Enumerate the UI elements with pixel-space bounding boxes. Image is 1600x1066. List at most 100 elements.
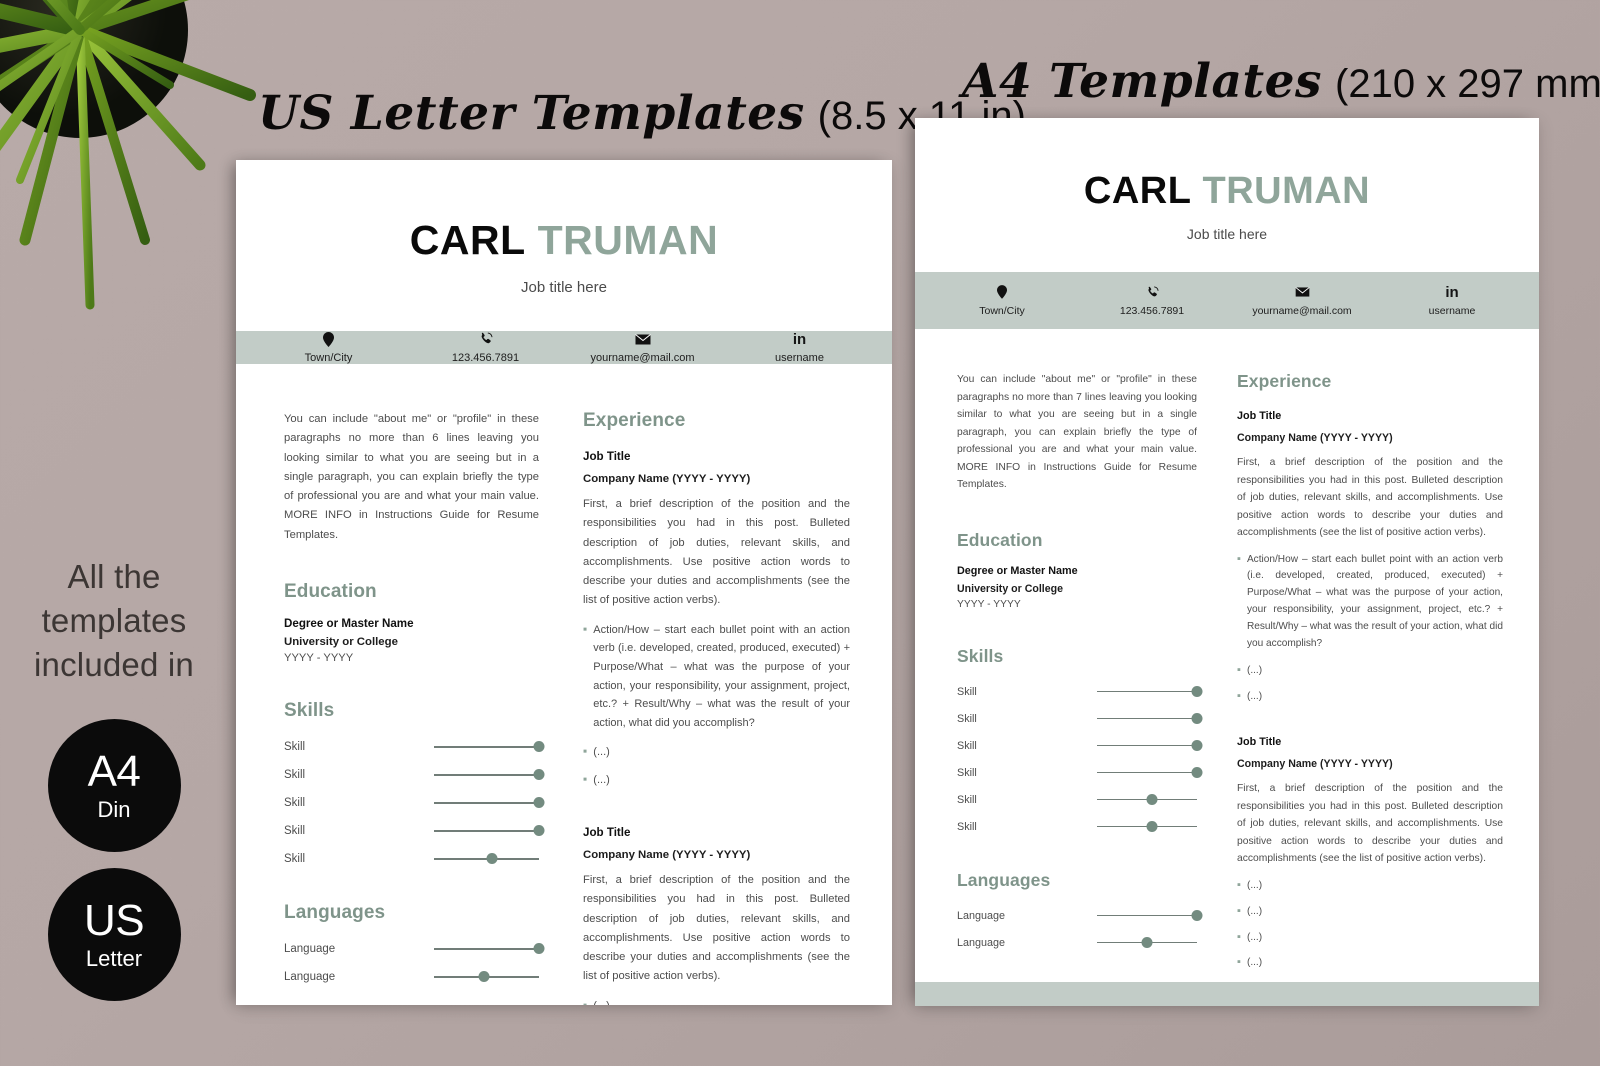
a4-language-label: Language	[957, 909, 1006, 922]
us-contact-email[interactable]: yourname@mail.com	[564, 331, 721, 364]
a4-skill-row[interactable]: Skill	[957, 739, 1203, 753]
us-skill-slider-knob[interactable]	[533, 741, 545, 753]
a4-education-school: University or College	[957, 582, 1063, 595]
bullet-dot-icon: ▪	[583, 743, 588, 758]
a4-skill-slider[interactable]	[1097, 712, 1203, 726]
us-language-slider-knob[interactable]	[478, 971, 490, 983]
a4-language-slider[interactable]	[1097, 936, 1197, 950]
a4-skill-slider-knob[interactable]	[1191, 713, 1203, 724]
a4-skill-slider[interactable]	[1097, 739, 1203, 753]
a4-skills-list: Skill Skill Skill Skill Skill Skill	[957, 685, 1203, 834]
a4-skill-row[interactable]: Skill	[957, 793, 1197, 807]
a4-skill-row[interactable]: Skill	[957, 685, 1203, 699]
a4-skill-label: Skill	[957, 685, 977, 698]
a4-education-degree: Degree or Master Name	[957, 564, 1078, 577]
a4-full-name: CARL TRUMAN	[915, 170, 1539, 213]
a4-language-row[interactable]: Language	[957, 936, 1197, 950]
a4-skill-label: Skill	[957, 820, 977, 833]
a4-contact-phone[interactable]: 123.456.7891	[1077, 272, 1227, 329]
us-skill-slider[interactable]	[434, 768, 545, 782]
us-skill-slider-knob[interactable]	[533, 825, 545, 837]
us-language-row[interactable]: Language	[284, 970, 539, 984]
a4-job1-bullets: ▪ (...) ▪ (...)	[1237, 663, 1503, 706]
a4-skill-slider[interactable]	[1097, 685, 1203, 699]
us-skill-row[interactable]: Skill	[284, 824, 545, 838]
a4-skill-slider-knob[interactable]	[1191, 740, 1203, 751]
us-full-name: CARL TRUMAN	[236, 217, 892, 264]
a4-language-row[interactable]: Language	[957, 909, 1203, 923]
a4-job1-bullet-main-text: Action/How – start each bullet point wit…	[1246, 553, 1503, 650]
us-skill-label: Skill	[284, 852, 306, 865]
a4-language-slider-knob[interactable]	[1191, 910, 1203, 921]
us-language-slider-knob[interactable]	[533, 943, 545, 955]
a4-skill-slider-knob[interactable]	[1191, 686, 1203, 697]
us-skill-slider[interactable]	[434, 824, 545, 838]
a4-job2-bullet-item-text: (...)	[1246, 879, 1263, 891]
a4-education-heading: Education	[957, 529, 1043, 550]
us-last-name: TRUMAN	[537, 217, 719, 263]
a4-experience-job-1: Job Title Company Name (YYYY - YYYY) Fir…	[1237, 410, 1503, 706]
us-letter-resume-page[interactable]: CARL TRUMAN Job title here Town/City 123…	[236, 160, 892, 1005]
a4-skill-slider[interactable]	[1097, 820, 1197, 834]
a4-skill-slider-knob[interactable]	[1146, 821, 1158, 832]
a4-language-slider[interactable]	[1097, 909, 1203, 923]
us-languages-section: Languages Language Language	[284, 902, 545, 984]
us-contact-location[interactable]: Town/City	[250, 331, 407, 364]
a4-skill-row[interactable]: Skill	[957, 820, 1197, 834]
us-experience-heading: Experience	[583, 410, 686, 431]
us-languages-list: Language Language	[284, 942, 545, 984]
us-skill-slider[interactable]	[434, 796, 545, 810]
us-contact-location-label: Town/City	[304, 352, 353, 364]
us-job2-title: Job Title	[583, 826, 631, 840]
a4-experience-job-2: Job Title Company Name (YYYY - YYYY) Fir…	[1237, 736, 1503, 972]
bullet-dot-icon: ▪	[1237, 930, 1241, 943]
a4-name-header: CARL TRUMAN Job title here	[915, 118, 1539, 272]
a4-contact-linkedin[interactable]: in username	[1377, 272, 1527, 329]
a4-language-slider-knob[interactable]	[1141, 937, 1153, 948]
us-skill-row[interactable]: Skill	[284, 768, 545, 782]
a4-resume-page[interactable]: CARL TRUMAN Job title here Town/City 123…	[915, 118, 1539, 1006]
a4-skill-slider[interactable]	[1097, 793, 1197, 807]
us-language-slider[interactable]	[434, 970, 539, 984]
us-language-row[interactable]: Language	[284, 942, 545, 956]
us-left-column: You can include "about me" or "profile" …	[284, 410, 545, 1005]
us-skill-row[interactable]: Skill	[284, 852, 539, 866]
a4-skill-slider-knob[interactable]	[1191, 767, 1203, 778]
us-skill-row[interactable]: Skill	[284, 796, 545, 810]
a4-skill-row[interactable]: Skill	[957, 766, 1203, 780]
a4-left-column: You can include "about me" or "profile" …	[957, 371, 1203, 982]
us-contact-email-label: yourname@mail.com	[590, 352, 695, 364]
us-job1-title: Job Title	[583, 450, 631, 463]
location-pin-icon	[323, 331, 334, 347]
us-skills-section: Skills Skill Skill Skill Skill Skill	[284, 700, 545, 866]
us-skill-slider-knob[interactable]	[486, 853, 498, 865]
us-skill-slider-knob[interactable]	[533, 797, 545, 809]
us-skill-slider[interactable]	[434, 740, 545, 754]
us-contact-phone[interactable]: 123.456.7891	[407, 331, 564, 364]
a4-contact-phone-label: 123.456.7891	[1119, 305, 1185, 317]
us-job1-bullet-item-text: (...)	[593, 774, 610, 787]
a4-contact-location[interactable]: Town/City	[927, 272, 1077, 329]
bullet-dot-icon: ▪	[1237, 956, 1241, 969]
us-skill-label: Skill	[284, 768, 306, 781]
us-profile-paragraph: You can include "about me" or "profile" …	[284, 413, 539, 541]
a4-skill-slider[interactable]	[1097, 766, 1203, 780]
a4-job1-description: First, a brief description of the positi…	[1237, 457, 1503, 538]
a4-job2-bullet-item-text: (...)	[1246, 905, 1263, 917]
a4-skill-slider-knob[interactable]	[1146, 794, 1158, 805]
badge-us-sub: Letter	[85, 945, 143, 971]
a4-job1-bullet-item-text: (...)	[1246, 665, 1263, 677]
us-contact-linkedin[interactable]: in username	[721, 331, 878, 365]
us-skill-slider-knob[interactable]	[533, 769, 545, 781]
us-language-slider[interactable]	[434, 942, 545, 956]
a4-contact-email[interactable]: yourname@mail.com	[1227, 272, 1377, 329]
a4-skills-section: Skills Skill Skill Skill Skill Skill Skill	[957, 646, 1203, 834]
us-skill-row[interactable]: Skill	[284, 740, 545, 754]
a4-last-name: TRUMAN	[1202, 170, 1371, 212]
us-experience-job-2: Job Title Company Name (YYYY - YYYY) Fir…	[583, 826, 850, 1005]
a4-skill-row[interactable]: Skill	[957, 712, 1203, 726]
envelope-icon	[1294, 284, 1310, 300]
us-skill-slider[interactable]	[434, 852, 539, 866]
us-job1-bullet-main: ▪ Action/How – start each bullet point w…	[583, 621, 850, 733]
location-pin-icon	[997, 284, 1007, 300]
